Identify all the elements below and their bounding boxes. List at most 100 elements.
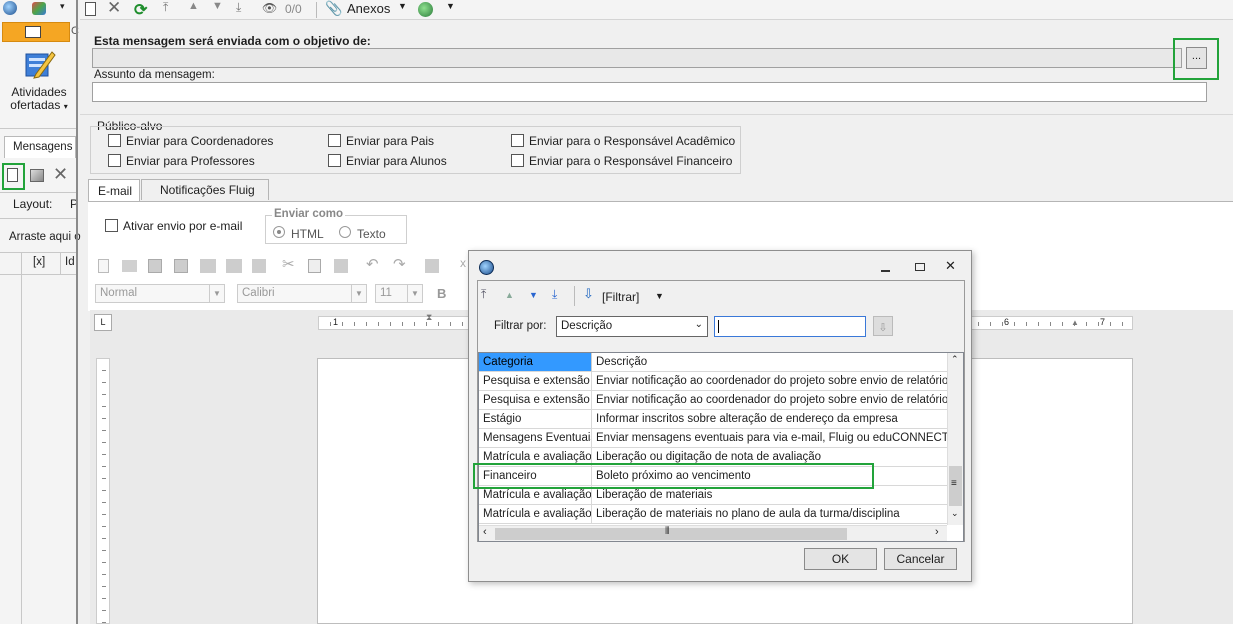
editor-paste-icon[interactable] [334,259,348,273]
new-document-icon[interactable] [7,168,18,182]
grid-cell-descricao[interactable]: Enviar mensagens eventuais para via e-ma… [592,429,947,448]
anexos-dropdown-icon[interactable]: ▼ [398,1,407,11]
checkbox-professores[interactable] [108,154,121,167]
grid-cell-categoria[interactable]: Estágio [479,410,592,429]
column-header-categoria[interactable]: Categoria [479,353,592,372]
paperclip-icon[interactable]: 📎 [325,0,342,16]
grid-cell-categoria[interactable]: Matrícula e avaliação [479,505,592,524]
grid-cell-descricao[interactable]: Liberação de materiais no plano de aula … [592,505,947,524]
scroll-up-icon[interactable]: ⌃ [951,354,959,365]
checkbox-pais[interactable] [328,134,341,147]
editor-x-icon[interactable]: x [460,256,466,270]
vertical-scroll-thumb[interactable]: ≡ [949,466,962,506]
font-select[interactable]: Calibri ▼ [237,284,367,303]
next-record-icon[interactable]: ▼ [529,290,538,300]
close-icon[interactable]: ✕ [945,258,956,274]
right-indent-marker-icon[interactable]: ▲ [1071,318,1079,327]
col-id-header[interactable]: Id [65,256,75,268]
filter-dropdown-icon[interactable]: ▼ [655,291,664,301]
horizontal-scrollbar[interactable]: ‹ ⦀ › [479,525,947,541]
quick-access-icon[interactable] [32,2,46,15]
previous-icon[interactable]: ▲ [188,0,204,16]
dropdown-arrow-icon[interactable]: ▾ [60,1,65,12]
editor-save-icon[interactable] [148,259,162,273]
editor-copy-icon[interactable] [308,259,321,273]
checkbox-enable-email[interactable] [105,219,118,232]
apply-filter-button[interactable]: ⇩ [873,316,893,336]
editor-preview-icon[interactable] [226,259,242,273]
last-record-icon[interactable]: ⤓ [552,287,557,302]
bold-button[interactable]: B [437,286,446,301]
indent-marker-icon[interactable]: ⧗ [426,312,432,323]
scroll-left-icon[interactable]: ‹ [483,526,487,538]
subject-input[interactable] [92,82,1207,102]
style-select[interactable]: Normal ▼ [95,284,225,303]
checkbox-coordenadores[interactable] [108,134,121,147]
mensagens-tab[interactable]: Mensagens - [4,136,76,158]
binoculars-icon[interactable]: 👁 [262,1,278,17]
close-icon[interactable]: ✕ [107,0,123,17]
objective-lookup-button[interactable]: ... [1186,47,1207,69]
previous-record-icon[interactable]: ▲ [505,290,514,300]
anexos-button[interactable]: Anexos [347,1,390,16]
editor-print-icon[interactable] [200,259,216,273]
editor-format-icon[interactable] [425,259,439,273]
editor-redo-icon[interactable]: ↷ [393,255,406,273]
col-x-header[interactable]: [x] [33,256,45,268]
cancel-button[interactable]: Cancelar [884,548,957,570]
tab-stop-button[interactable]: L [94,314,112,331]
chevron-down-icon: ▼ [209,285,224,302]
checkbox-responsavel-financeiro[interactable] [511,154,524,167]
editor-undo-icon[interactable]: ↶ [366,255,379,273]
grid-cell-descricao[interactable]: Enviar notificação ao coordenador do pro… [592,372,947,391]
grid-cell-categoria[interactable]: Mensagens Eventuais [479,429,592,448]
tab-notificacoes-fluig[interactable]: Notificações Fluig [141,179,269,200]
last-icon[interactable]: ⤓ [236,0,252,16]
radio-html[interactable] [273,226,285,238]
ok-button[interactable]: OK [804,548,877,570]
form-divider [80,114,1233,115]
objective-field[interactable] [92,48,1182,68]
tab-email[interactable]: E-mail [88,179,140,202]
minimize-icon[interactable] [881,270,890,272]
ribbon-home-tab[interactable] [2,22,70,42]
grid-cell-categoria[interactable]: Pesquisa e extensão [479,391,592,410]
grid-cell-descricao[interactable]: Enviar notificação ao coordenador do pro… [592,391,947,410]
scroll-right-icon[interactable]: › [935,526,939,538]
activities-offered-button[interactable]: Atividades ofertadas ▾ [6,48,72,114]
filter-icon[interactable]: ⇩ [583,286,594,302]
vertical-ruler[interactable] [96,358,110,624]
first-record-icon[interactable]: ⤒ [481,287,486,302]
globe-icon[interactable] [418,2,433,17]
scroll-down-icon[interactable]: ⌄ [951,508,959,519]
pane-splitter[interactable] [76,0,78,624]
filter-button[interactable]: [Filtrar] [602,290,639,304]
globe-dropdown-icon[interactable]: ▼ [446,1,455,11]
editor-saveall-icon[interactable] [174,259,188,273]
checkbox-responsavel-academico[interactable] [511,134,524,147]
app-orb-icon[interactable] [3,1,17,15]
checkbox-alunos[interactable] [328,154,341,167]
filter-text-input[interactable] [714,316,866,337]
editor-new-icon[interactable] [98,259,109,273]
next-icon[interactable]: ▼ [212,0,228,16]
editor-bookmark-icon[interactable] [252,259,266,273]
column-header-descricao[interactable]: Descrição [592,353,947,372]
vertical-scrollbar[interactable]: ⌃ ≡ ⌄ [947,353,963,525]
new-icon[interactable] [85,2,96,16]
editor-open-icon[interactable] [122,260,137,272]
first-icon[interactable]: ⤒ [163,0,179,16]
refresh-icon[interactable]: ⟳ [134,0,150,19]
horizontal-scroll-thumb[interactable]: ⦀ [495,526,847,540]
size-select[interactable]: 11 ▼ [375,284,423,303]
grid-cell-descricao[interactable]: Informar inscritos sobre alteração de en… [592,410,947,429]
delete-icon[interactable]: ✕ [53,164,68,185]
results-grid: Categoria Descrição Pesquisa e extensão E… [478,352,964,542]
edit-icon[interactable] [30,169,44,182]
maximize-icon[interactable] [915,263,925,271]
grid-cell-categoria[interactable]: Pesquisa e extensão [479,372,592,391]
filter-by-select[interactable]: Descrição ⌄ [556,316,708,337]
radio-texto[interactable] [339,226,351,238]
label-responsavel-academico: Enviar para o Responsável Acadêmico [529,134,736,148]
editor-cut-icon[interactable]: ✂ [282,255,295,273]
